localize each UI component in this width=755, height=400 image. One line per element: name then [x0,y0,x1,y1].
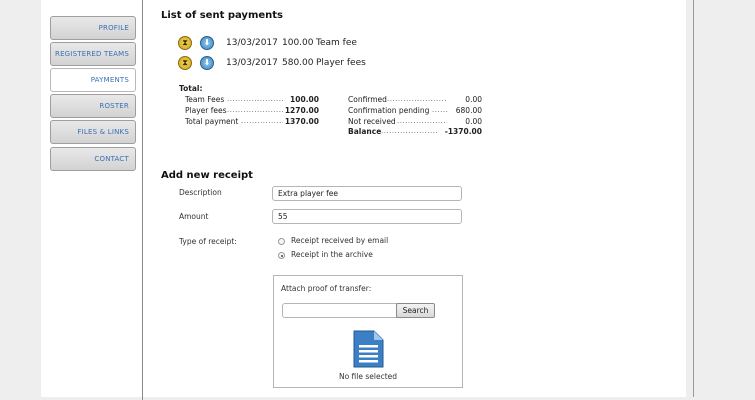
amount-input[interactable] [272,209,462,224]
description-label: Description [179,188,222,197]
leader-dots: ............................. [381,127,439,135]
payment-date: 13/03/2017 [226,38,278,48]
payment-row: ⧗ ⬇ 13/03/2017 100.00 Team fee [178,36,398,52]
total-label: Player fees [185,106,227,115]
sidebar-item-roster[interactable]: ROSTER [50,94,136,118]
total-value: 100.00 [290,95,319,104]
attach-proof-label: Attach proof of transfer: [281,284,372,293]
status-total-value: 680.00 [455,106,482,115]
payment-date: 13/03/2017 [226,58,278,68]
hourglass-icon: ⧗ [178,56,192,70]
radio-archive-label: Receipt in the archive [291,250,373,259]
receipt-type-label: Type of receipt: [179,237,237,246]
totals-title: Total: [179,84,203,93]
search-file-button[interactable]: Search [396,303,435,318]
radio-email[interactable] [278,238,285,245]
payment-description: Team fee [316,38,357,48]
no-file-status: No file selected [338,372,398,381]
description-input[interactable] [272,186,462,201]
total-label: Total payment [185,117,239,126]
payment-description: Player fees [316,58,366,68]
leader-dots: ............................ [227,106,283,114]
attach-proof-box: Attach proof of transfer: Search No file… [273,275,463,388]
payment-amount: 100.00 [282,38,314,48]
hourglass-icon: ⧗ [178,36,192,50]
leader-dots: ..................... [241,117,283,125]
amount-label: Amount [179,212,209,221]
balance-value: -1370.00 [444,127,482,136]
download-icon[interactable]: ⬇ [200,36,214,50]
sidebar-item-registered-teams[interactable]: REGISTERED TEAMS [50,42,136,66]
total-value: 1270.00 [284,106,319,115]
sidebar-item-payments[interactable]: PAYMENTS [50,68,136,92]
content-border [693,0,694,397]
sidebar-item-files-links[interactable]: FILES & LINKS [50,120,136,144]
radio-email-label: Receipt received by email [291,236,389,245]
sidebar-item-contact[interactable]: CONTACT [50,147,136,171]
sidebar-divider [142,0,143,400]
download-icon[interactable]: ⬇ [200,56,214,70]
balance-label: Balance [348,127,382,136]
sent-payments-heading: List of sent payments [161,10,284,21]
payment-amount: 580.00 [282,58,314,68]
total-value: 1370.00 [284,117,319,126]
payment-row: ⧗ ⬇ 13/03/2017 580.00 Player fees [178,56,398,72]
add-receipt-heading: Add new receipt [161,170,253,181]
page-panel: PROFILE REGISTERED TEAMS PAYMENTS ROSTER… [41,0,694,400]
leader-dots: .............................. [387,95,447,103]
status-total-value: 0.00 [465,117,482,126]
leader-dots: ............................ [227,95,283,103]
document-icon [353,330,384,368]
radio-archive[interactable] [278,252,285,259]
status-total-value: 0.00 [465,95,482,104]
file-path-input[interactable] [282,303,397,318]
status-total-label: Confirmation pending [348,106,430,115]
status-total-label: Not received [348,117,396,126]
leader-dots: ......................... [397,117,447,125]
total-label: Team Fees [185,95,225,104]
status-total-label: Confirmed [348,95,387,104]
sidebar-item-profile[interactable]: PROFILE [50,16,136,40]
